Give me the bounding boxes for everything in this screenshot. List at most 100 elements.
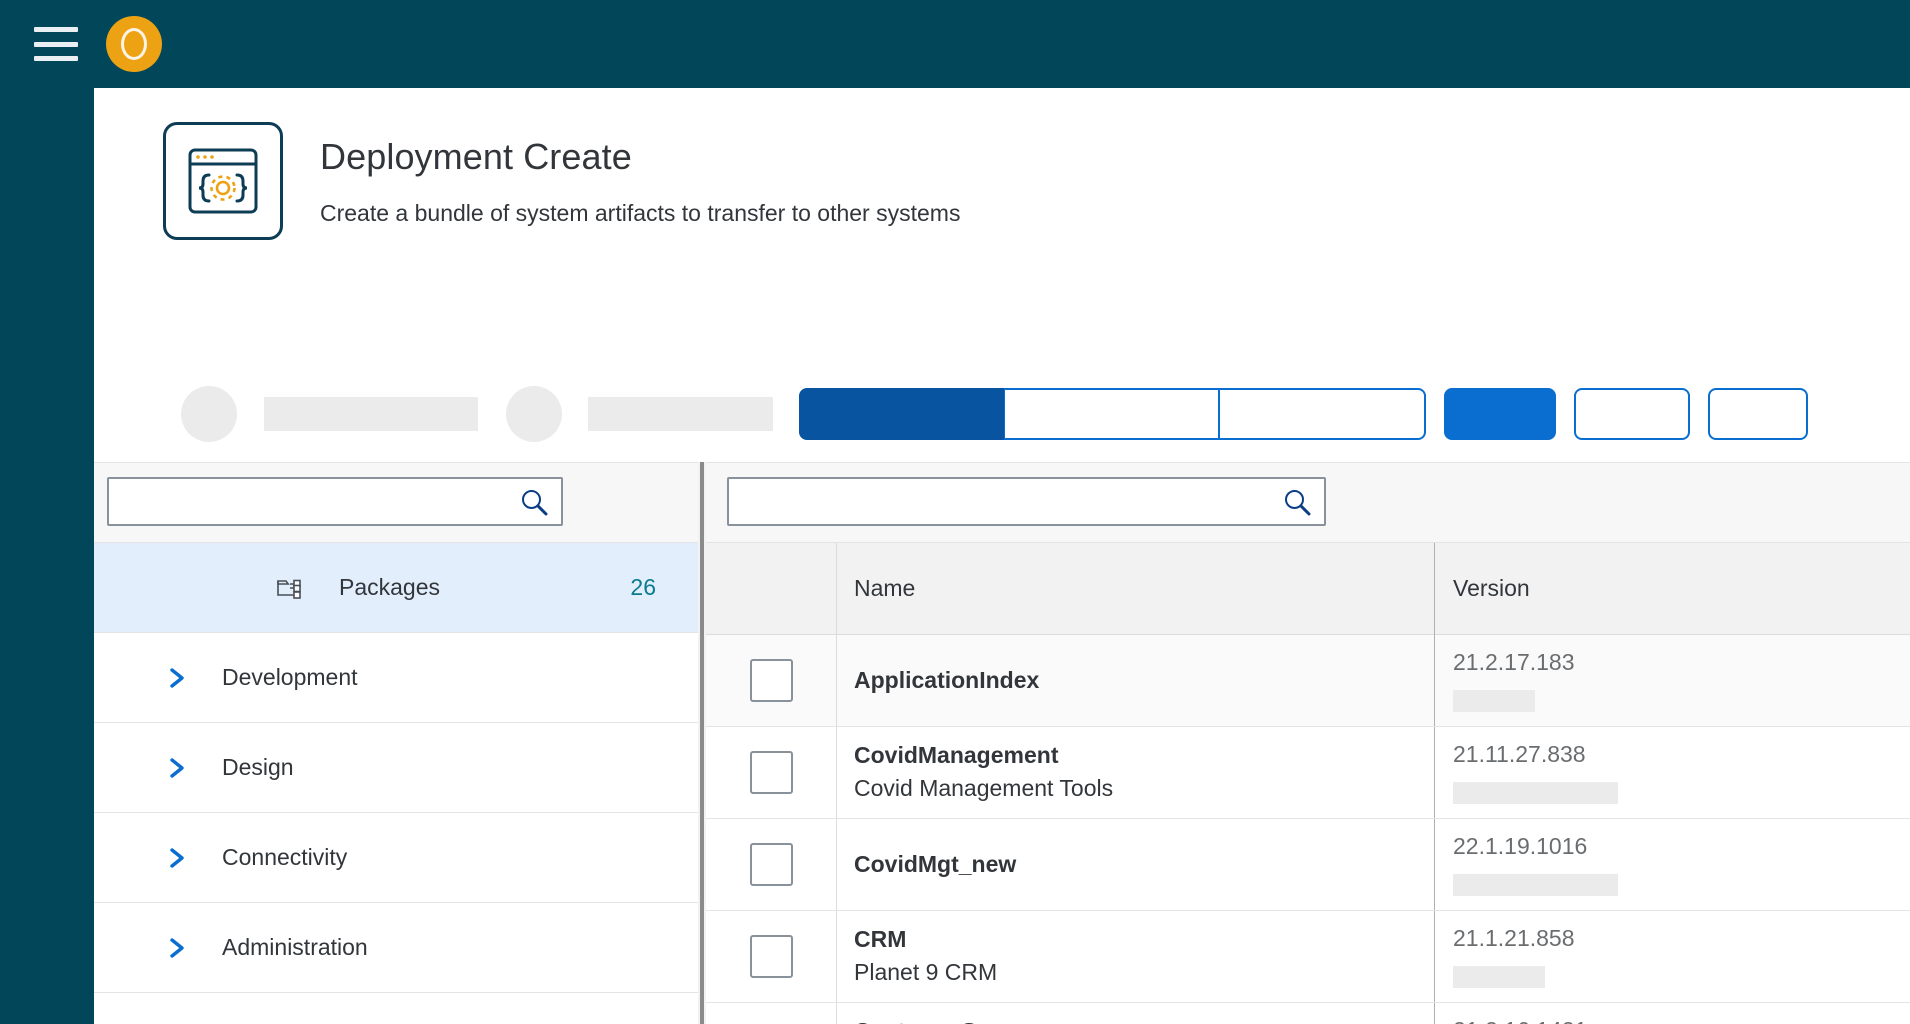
page-content: Deployment Create Create a bundle of sys…	[94, 88, 1910, 1024]
row-select-cell	[706, 635, 836, 726]
row-version: 21.2.16.1421	[1453, 1017, 1910, 1024]
row-name: CRM	[854, 925, 907, 952]
object-page-header: Deployment Create Create a bundle of sys…	[94, 88, 1910, 288]
chevron-right-icon[interactable]	[167, 933, 189, 963]
tree-row-administration[interactable]: Administration	[94, 903, 698, 993]
row-checkbox[interactable]	[749, 935, 793, 978]
segmented-button-1[interactable]	[799, 388, 1004, 440]
row-version: 22.1.19.1016	[1453, 833, 1588, 860]
table-row[interactable]: CovidManagement Covid Management Tools 2…	[706, 727, 1910, 819]
row-select-cell	[706, 727, 836, 818]
row-checkbox[interactable]	[749, 659, 793, 702]
column-header-select	[706, 543, 836, 635]
row-name: CustomerSuccess	[854, 1017, 1434, 1024]
chevron-right-icon[interactable]	[167, 843, 189, 873]
segmented-button-3[interactable]	[1219, 388, 1426, 440]
table-row[interactable]: ApplicationIndex 21.2.17.183	[706, 635, 1910, 727]
row-name-cell: CRM Planet 9 CRM	[836, 911, 1434, 1002]
packages-tree-panel: Packages 26 Development Design Connectiv…	[94, 462, 698, 1024]
tree-label-development: Development	[222, 664, 358, 690]
left-search-field[interactable]	[107, 477, 563, 526]
split-panels: Packages 26 Development Design Connectiv…	[94, 462, 1910, 1024]
row-checkbox[interactable]	[749, 751, 793, 794]
skeleton-bar	[588, 397, 773, 431]
tree-label-design: Design	[222, 754, 294, 780]
column-header-version: Version	[1434, 543, 1910, 635]
packages-search-input[interactable]	[109, 479, 561, 524]
skeleton-bar	[264, 397, 478, 431]
page-title: Deployment Create	[320, 136, 632, 177]
tree-row-packages[interactable]: Packages 26	[94, 543, 698, 633]
shell-bar	[0, 0, 1910, 88]
search-icon[interactable]	[1282, 487, 1312, 517]
row-select-cell	[706, 819, 836, 910]
packages-tree: Packages 26 Development Design Connectiv…	[94, 543, 698, 1024]
skeleton-avatar	[506, 386, 562, 442]
tree-row-connectivity[interactable]: Connectivity	[94, 813, 698, 903]
panel-splitter[interactable]	[698, 462, 706, 1024]
tree-row-tools[interactable]: Tools	[94, 993, 698, 1024]
artifacts-table-panel: Name Version ApplicationIndex 21.2.17.18…	[706, 462, 1910, 1024]
deployment-config-icon	[163, 122, 283, 240]
hamburger-menu-icon[interactable]	[34, 27, 78, 61]
artifacts-search-input[interactable]	[729, 479, 1324, 524]
tree-label-administration: Administration	[222, 934, 368, 960]
splitter-grip[interactable]	[700, 462, 704, 1024]
skeleton-bar	[1453, 873, 1618, 896]
search-icon[interactable]	[519, 487, 549, 517]
left-search-row	[94, 463, 698, 543]
user-avatar-icon[interactable]	[106, 16, 162, 72]
skeleton-bar	[1453, 965, 1545, 988]
row-name: ApplicationIndex	[854, 667, 1040, 694]
segmented-button-2[interactable]	[1004, 388, 1219, 440]
row-description: Planet 9 CRM	[854, 959, 998, 986]
row-name-cell: ApplicationIndex	[836, 635, 1434, 726]
tree-label-packages: Packages	[339, 574, 441, 600]
tree-label-connectivity: Connectivity	[222, 844, 348, 870]
row-version-cell: 22.1.19.1016	[1434, 819, 1910, 910]
row-version-cell: 21.11.27.838	[1434, 727, 1910, 818]
row-description: Covid Management Tools	[854, 775, 1114, 802]
avatar-ring	[121, 28, 147, 60]
row-name-cell: CustomerSuccess Customer Success	[836, 1003, 1434, 1024]
row-version: 21.11.27.838	[1453, 741, 1586, 768]
hamburger-line	[34, 41, 78, 47]
packages-hierarchy-icon	[276, 573, 306, 603]
skeleton-bar	[1453, 781, 1618, 804]
row-name: CovidMgt_new	[854, 851, 1017, 878]
toolbar-button-2[interactable]	[1574, 388, 1690, 440]
toolbar-button-3[interactable]	[1708, 388, 1808, 440]
page-subtitle: Create a bundle of system artifacts to t…	[320, 200, 961, 227]
row-version: 21.2.17.183	[1453, 649, 1575, 676]
row-version: 21.1.21.858	[1453, 925, 1575, 952]
right-search-row	[706, 463, 1910, 543]
side-navigation-rail	[0, 88, 94, 1024]
segmented-button-group	[799, 388, 1426, 440]
toolbar-button-1[interactable]	[1444, 388, 1556, 440]
row-name-cell: CovidMgt_new	[836, 819, 1434, 910]
object-header-titles: Deployment Create Create a bundle of sys…	[320, 122, 960, 228]
artifacts-table: Name Version ApplicationIndex 21.2.17.18…	[706, 543, 1910, 1024]
header-toolbar	[94, 376, 1910, 452]
packages-count-badge: 26	[630, 574, 656, 600]
table-header-row: Name Version	[706, 543, 1910, 635]
chevron-right-icon[interactable]	[167, 753, 189, 783]
hamburger-line	[34, 27, 78, 32]
row-checkbox[interactable]	[749, 843, 793, 886]
column-header-name: Name	[836, 543, 1434, 635]
tree-row-development[interactable]: Development	[94, 633, 698, 723]
skeleton-avatar	[181, 386, 237, 442]
row-select-cell	[706, 911, 836, 1002]
table-row[interactable]: CustomerSuccess Customer Success 21.2.16…	[706, 1003, 1910, 1024]
row-name-cell: CovidManagement Covid Management Tools	[836, 727, 1434, 818]
table-row[interactable]: CRM Planet 9 CRM 21.1.21.858	[706, 911, 1910, 1003]
tree-row-design[interactable]: Design	[94, 723, 698, 813]
hamburger-line	[34, 56, 78, 61]
table-row[interactable]: CovidMgt_new 22.1.19.1016	[706, 819, 1910, 911]
row-version-cell: 21.2.17.183	[1434, 635, 1910, 726]
skeleton-bar	[1453, 689, 1535, 712]
row-version-cell: 21.1.21.858	[1434, 911, 1910, 1002]
chevron-right-icon[interactable]	[167, 663, 189, 693]
row-version-cell: 21.2.16.1421	[1434, 1003, 1910, 1024]
right-search-field[interactable]	[727, 477, 1326, 526]
